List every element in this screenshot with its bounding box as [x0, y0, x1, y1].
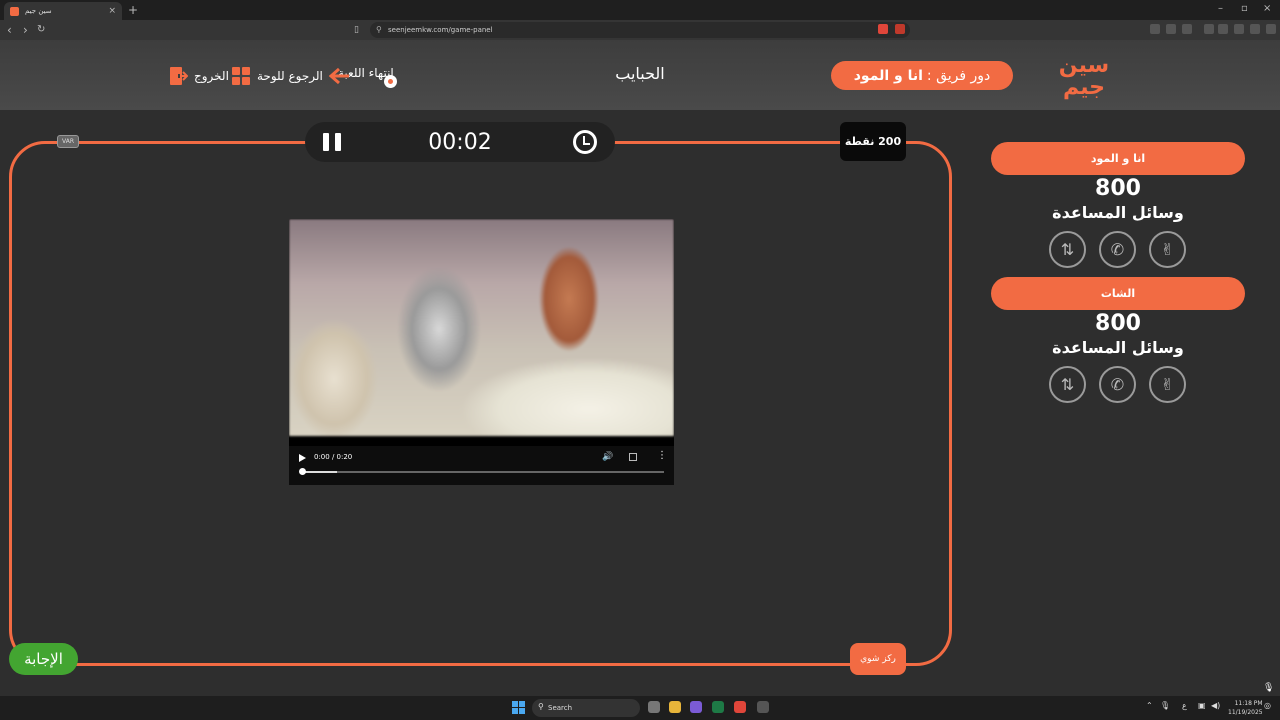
address-bar[interactable]: ⚲ seenjeemkw.com/game-panel [370, 22, 910, 38]
vpn-icon[interactable] [1250, 24, 1260, 34]
exit-door-icon [170, 67, 188, 85]
answer-button[interactable]: الإجابة [9, 643, 78, 675]
play-icon[interactable] [299, 454, 306, 462]
minimize-button[interactable]: – [1218, 3, 1223, 14]
file-explorer-icon[interactable] [669, 701, 681, 713]
search-icon: ⚲ [538, 702, 544, 711]
taskbar-clock[interactable]: 11:18 PM 11/19/2025 [1228, 699, 1263, 717]
app-icon[interactable] [757, 701, 769, 713]
board-grid-icon [232, 67, 250, 85]
team-2-name: الشات [991, 277, 1245, 310]
notification-icon[interactable]: ◎ [1264, 701, 1271, 710]
seek-handle[interactable] [299, 468, 306, 475]
turn-prefix: دور فريق : [926, 67, 991, 84]
volume-icon[interactable]: ◀) [1211, 701, 1220, 710]
site-favicon-icon [10, 6, 19, 16]
sidebar-icon[interactable] [1204, 24, 1214, 34]
extension-icon[interactable] [1218, 24, 1228, 34]
shield-icon[interactable] [878, 24, 888, 34]
turn-team: انا و المود [853, 67, 923, 84]
browser-toolbar: ‹ › ↻ ▯ ⚲ seenjeemkw.com/game-panel [0, 20, 1280, 40]
bookmark-icon[interactable]: ▯ [354, 25, 359, 35]
question-points: 200 نقطة [840, 122, 906, 161]
peace-hand-icon[interactable]: ✌ [1149, 231, 1186, 268]
video-time: 0:00 / 0:20 [314, 453, 353, 461]
close-window-button[interactable]: × [1263, 3, 1271, 14]
tray-mic-icon[interactable]: 🎙 [1160, 701, 1170, 710]
team-1-score: 800 [1095, 176, 1141, 201]
discord-icon[interactable] [690, 701, 702, 713]
swap-icon[interactable]: ⇅ [1049, 231, 1086, 268]
category-title: الحبايب [615, 64, 665, 83]
more-options-icon[interactable]: ⋮ [657, 451, 667, 461]
exit-label: الخروج [194, 69, 229, 83]
reload-icon[interactable]: ↻ [37, 24, 45, 35]
url-text: seenjeemkw.com/game-panel [388, 26, 493, 34]
microphone-icon[interactable]: 🎙 [1263, 683, 1274, 695]
video-seek-bar[interactable] [299, 468, 664, 475]
timer-bar: 00:02 [305, 122, 615, 162]
browser-tabstrip: سين جيم × + – ▫ × [0, 0, 1280, 20]
team-2-help-label: وسائل المساعدة [1052, 338, 1184, 357]
search-placeholder: Search [548, 704, 573, 712]
extension-icon[interactable] [1150, 24, 1160, 34]
volume-icon[interactable]: 🔊 [602, 452, 613, 462]
var-badge[interactable]: VAR [57, 135, 79, 148]
team-1-name: انا و المود [991, 142, 1245, 175]
taskbar: ⚲ Search ⌃ 🎙 ع ▣ ◀) 11:18 PM 11/19/2025 … [0, 696, 1280, 720]
extension-icon[interactable] [1234, 24, 1244, 34]
terminal-icon[interactable] [712, 701, 724, 713]
exit-button[interactable]: الخروج [168, 66, 229, 86]
task-view-icon[interactable] [648, 701, 660, 713]
site-info-icon[interactable]: ⚲ [376, 25, 382, 34]
maximize-button[interactable]: ▫ [1241, 3, 1248, 14]
taskbar-search[interactable]: ⚲ Search [532, 699, 640, 717]
video-seek-fill [301, 471, 338, 473]
turn-indicator: دور فريق : انا و المود [831, 61, 1013, 90]
back-to-board-label: الرجوع للوحة [257, 69, 323, 83]
phone-icon[interactable]: ✆ [1099, 366, 1136, 403]
game-header: سين جيم دور فريق : انا و المود الحبايب ا… [0, 40, 1280, 110]
browser-tab[interactable]: سين جيم × [4, 2, 122, 20]
reset-timer-icon[interactable] [573, 130, 597, 154]
tray-chevron-icon[interactable]: ⌃ [1146, 701, 1153, 710]
menu-icon[interactable] [1266, 24, 1276, 34]
video-controls: 0:00 / 0:20 🔊 ⋮ [289, 446, 674, 485]
extension-icon[interactable] [1166, 24, 1176, 34]
timer-display: 00:02 [428, 130, 492, 155]
language-indicator[interactable]: ع [1182, 701, 1187, 710]
start-icon[interactable] [512, 701, 525, 714]
focus-button[interactable]: ركز شوي [850, 643, 906, 675]
arrow-left-icon [328, 67, 349, 85]
team-2-score: 800 [1095, 311, 1141, 336]
fullscreen-icon[interactable] [629, 453, 637, 461]
tab-title: سين جيم [25, 7, 52, 15]
network-icon[interactable]: ▣ [1198, 701, 1206, 710]
rewards-icon[interactable] [895, 24, 905, 34]
tab-close-icon[interactable]: × [108, 6, 116, 16]
new-tab-button[interactable]: + [128, 3, 138, 17]
back-icon[interactable]: ‹ [7, 23, 12, 37]
phone-icon[interactable]: ✆ [1099, 231, 1136, 268]
brave-browser-icon[interactable] [734, 701, 746, 713]
question-video[interactable]: 0:00 / 0:20 🔊 ⋮ [289, 219, 674, 485]
video-frame [289, 219, 674, 436]
logo: سين جيم [1058, 53, 1110, 100]
swap-icon[interactable]: ⇅ [1049, 366, 1086, 403]
back-to-board-button[interactable]: الرجوع للوحة [231, 66, 351, 86]
peace-hand-icon[interactable]: ✌ [1149, 366, 1186, 403]
team-1-help-label: وسائل المساعدة [1052, 203, 1184, 222]
forward-icon[interactable]: › [23, 23, 28, 37]
pause-icon[interactable] [323, 133, 341, 151]
extension-icon[interactable] [1182, 24, 1192, 34]
